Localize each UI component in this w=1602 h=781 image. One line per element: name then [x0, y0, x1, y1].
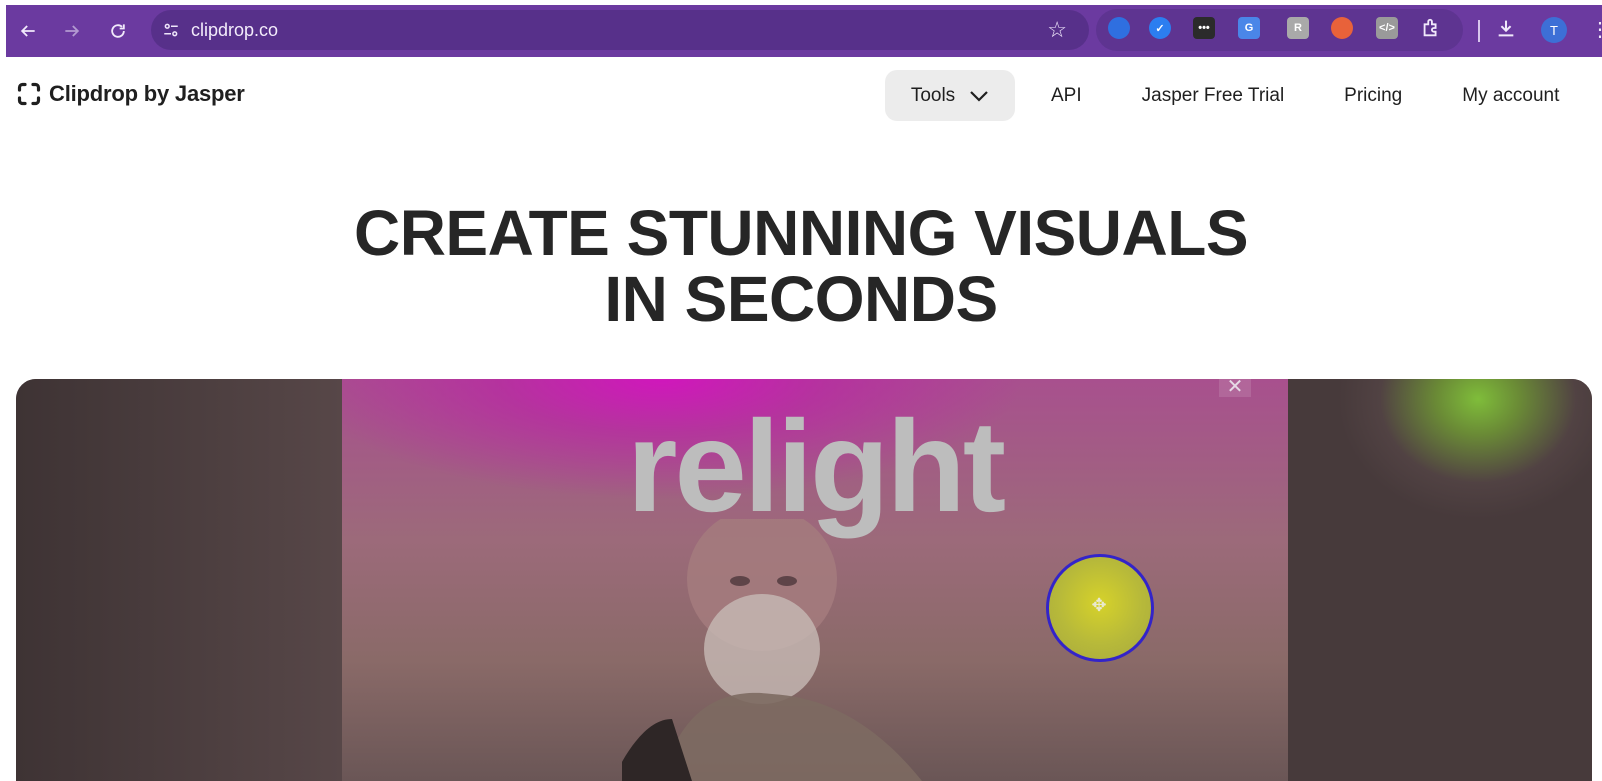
relight-text: relight — [626, 393, 1006, 539]
chevron-down-icon — [970, 90, 988, 102]
main-nav: Tools API Jasper Free Trial Pricing My a… — [885, 70, 1589, 121]
reload-button[interactable] — [100, 13, 136, 49]
menu-icon[interactable]: ⋮ — [1590, 17, 1602, 42]
extension-password-icon[interactable]: ••• — [1193, 17, 1215, 39]
hero-title-line1: CREATE STUNNING VISUALS — [353, 197, 1249, 269]
nav-my-account[interactable]: My account — [1432, 85, 1589, 107]
profile-avatar[interactable]: T — [1541, 17, 1567, 43]
demo-left-backdrop — [16, 379, 342, 781]
extension-character-icon[interactable] — [1331, 17, 1353, 39]
forward-icon — [65, 25, 80, 37]
close-icon[interactable]: ✕ — [1219, 379, 1251, 398]
logo-text: Clipdrop by Jasper — [49, 81, 245, 106]
browser-toolbar: clipdrop.co ☆ ✓ ••• G R </> T ⋮ — [6, 5, 1602, 57]
address-bar[interactable]: clipdrop.co ☆ — [151, 10, 1089, 50]
site-header: Clipdrop by Jasper Tools API Jasper Free… — [0, 57, 1602, 137]
toolbar-divider — [1478, 20, 1480, 42]
extension-r-icon[interactable]: R — [1287, 17, 1309, 39]
back-button[interactable] — [10, 13, 46, 49]
nav-jasper-free-trial[interactable]: Jasper Free Trial — [1112, 85, 1315, 107]
tools-label: Tools — [910, 84, 956, 106]
relight-demo-panel: relight ✕ ✥ — [16, 379, 1592, 781]
logo[interactable]: Clipdrop by Jasper — [16, 81, 245, 107]
tune-icon[interactable] — [151, 10, 191, 50]
demo-right-backdrop — [1288, 379, 1592, 781]
extension-tag-icon[interactable] — [1108, 17, 1130, 39]
extension-translate-icon[interactable]: G — [1238, 17, 1260, 39]
hero-title-line2: IN SECONDS — [604, 263, 998, 335]
star-icon[interactable]: ☆ — [1047, 18, 1067, 42]
extension-check-icon[interactable]: ✓ — [1149, 17, 1171, 39]
hero-title: CREATE STUNNING VISUALS IN SECONDS — [0, 200, 1602, 332]
move-cursor-icon: ✥ — [1091, 595, 1107, 615]
extension-code-icon[interactable]: </> — [1376, 17, 1398, 39]
forward-button[interactable] — [54, 13, 90, 49]
statue-image — [622, 519, 922, 781]
back-icon — [20, 25, 35, 37]
light-source-handle[interactable]: ✥ — [1046, 554, 1154, 662]
download-icon[interactable] — [1495, 17, 1517, 39]
tools-dropdown[interactable]: Tools — [885, 70, 1015, 121]
nav-api[interactable]: API — [1015, 85, 1112, 107]
url-text[interactable]: clipdrop.co — [191, 20, 278, 41]
nav-pricing[interactable]: Pricing — [1314, 85, 1432, 107]
reload-icon — [111, 24, 125, 38]
extensions-icon[interactable] — [1420, 17, 1442, 39]
clipdrop-logo-icon — [16, 81, 42, 107]
